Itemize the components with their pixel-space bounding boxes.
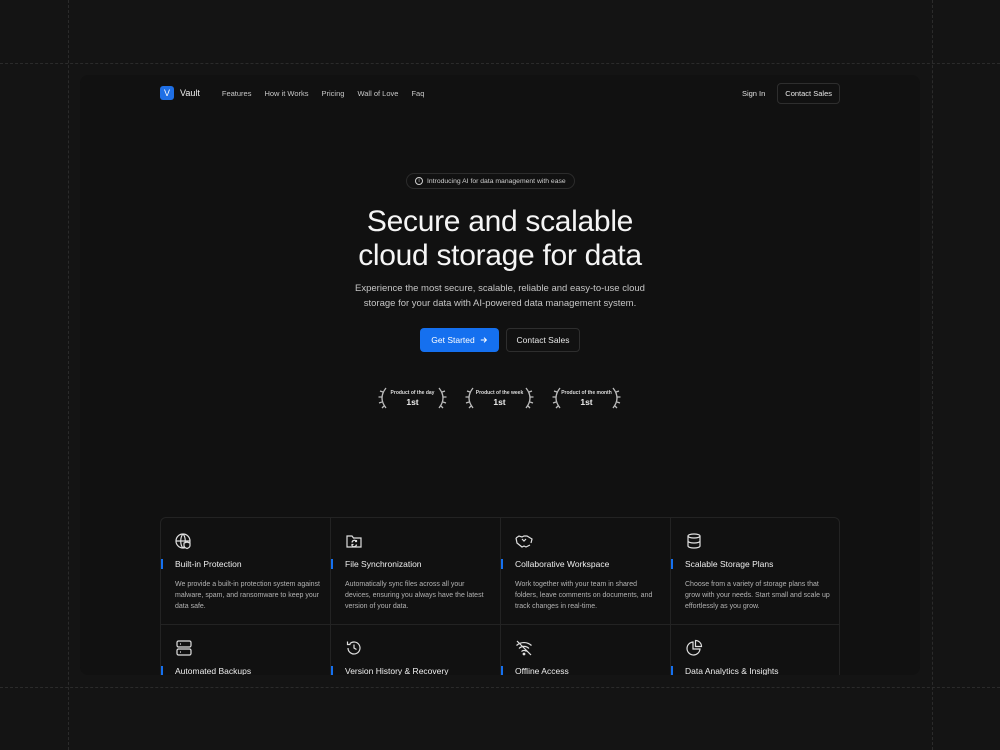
award-product-of-the-month: Product of the month 1st xyxy=(551,385,622,411)
database-icon xyxy=(687,533,701,549)
landing-page: V Vault Features How it Works Pricing Wa… xyxy=(80,75,920,675)
nav-link-features[interactable]: Features xyxy=(222,89,252,98)
hero-subtitle-line-1: Experience the most secure, scalable, re… xyxy=(355,283,645,294)
feature-card-file-synchronization: File Synchronization Automatically sync … xyxy=(331,518,501,625)
top-nav: V Vault Features How it Works Pricing Wa… xyxy=(160,82,840,104)
nav-link-pricing[interactable]: Pricing xyxy=(322,89,345,98)
wifi-off-icon xyxy=(516,640,532,656)
server-icon xyxy=(176,640,192,656)
hero-title: Secure and scalable cloud storage for da… xyxy=(80,205,920,273)
feature-title: Version History & Recovery xyxy=(345,666,449,675)
feature-title: Collaborative Workspace xyxy=(515,559,610,569)
get-started-button[interactable]: Get Started xyxy=(420,328,499,352)
feature-description: Choose from a variety of storage plans t… xyxy=(685,581,830,610)
announcement-badge[interactable]: i Introducing AI for data management wit… xyxy=(406,173,575,189)
announcement-text: Introducing AI for data management with … xyxy=(427,177,566,185)
feature-card-built-in-protection: Built-in Protection We provide a built-i… xyxy=(161,518,331,625)
award-label: Product of the month xyxy=(561,390,612,396)
feature-description: Work together with your team in shared f… xyxy=(515,581,653,610)
hero-subtitle-line-2: storage for your data with AI-powered da… xyxy=(363,298,637,309)
feature-accent-bar xyxy=(331,666,333,675)
get-started-label: Get Started xyxy=(431,335,475,345)
hero-cta-group: Get Started Contact Sales xyxy=(420,328,580,352)
hero-subtitle: Experience the most secure, scalable, re… xyxy=(80,281,920,311)
award-rank: 1st xyxy=(493,397,506,407)
info-icon: i xyxy=(415,177,423,185)
history-icon xyxy=(346,641,361,655)
nav-link-wall-of-love[interactable]: Wall of Love xyxy=(357,89,398,98)
feature-card-scalable-storage-plans: Scalable Storage Plans Choose from a var… xyxy=(671,518,839,625)
handshake-icon xyxy=(515,535,533,548)
guide-line xyxy=(0,63,1000,64)
awards-row: Product of the day 1st Product of the we… xyxy=(377,385,622,411)
guide-line xyxy=(932,0,933,750)
nav-link-how-it-works[interactable]: How it Works xyxy=(264,89,308,98)
feature-accent-bar xyxy=(161,559,163,569)
guide-line xyxy=(0,687,1000,688)
feature-title: File Synchronization xyxy=(345,559,422,569)
feature-card-collaborative-workspace: Collaborative Workspace Work together wi… xyxy=(501,518,671,625)
feature-accent-bar xyxy=(161,666,163,675)
award-product-of-the-day: Product of the day 1st xyxy=(377,385,448,411)
feature-accent-bar xyxy=(671,666,673,675)
feature-accent-bar xyxy=(331,559,333,569)
feature-title: Data Analytics & Insights xyxy=(685,666,779,675)
features-grid: Built-in Protection We provide a built-i… xyxy=(160,517,840,675)
pie-chart-icon xyxy=(686,639,703,656)
award-rank: 1st xyxy=(580,397,593,407)
feature-title: Automated Backups xyxy=(175,666,252,675)
feature-card-version-history: Version History & Recovery xyxy=(331,625,501,675)
feature-card-automated-backups: Automated Backups xyxy=(161,625,331,675)
nav-links: Features How it Works Pricing Wall of Lo… xyxy=(222,89,425,98)
feature-description: We provide a built-in protection system … xyxy=(175,581,320,610)
feature-title: Scalable Storage Plans xyxy=(685,559,774,569)
sign-in-link[interactable]: Sign In xyxy=(742,89,765,98)
award-label: Product of the week xyxy=(475,390,524,396)
feature-title: Offline Access xyxy=(515,666,569,675)
hero-title-line-1: Secure and scalable xyxy=(366,205,634,238)
vault-logo-icon: V xyxy=(160,86,174,100)
feature-title: Built-in Protection xyxy=(175,559,242,569)
feature-accent-bar xyxy=(671,559,673,569)
feature-accent-bar xyxy=(501,559,503,569)
award-product-of-the-week: Product of the week 1st xyxy=(464,385,535,411)
contact-sales-nav-button[interactable]: Contact Sales xyxy=(777,82,840,104)
award-label: Product of the day xyxy=(390,390,435,396)
arrow-right-icon xyxy=(480,337,487,343)
hero-title-line-2: cloud storage for data xyxy=(358,239,642,272)
feature-card-offline-access: Offline Access xyxy=(501,625,671,675)
feature-description: Automatically sync files across all your… xyxy=(345,581,484,610)
contact-sales-button[interactable]: Contact Sales xyxy=(506,328,580,352)
nav-link-faq[interactable]: Faq xyxy=(411,89,424,98)
globe-shield-icon xyxy=(175,533,191,550)
nav-actions: Sign In Contact Sales xyxy=(742,82,840,104)
brand-name: Vault xyxy=(180,88,200,98)
award-rank: 1st xyxy=(406,397,419,407)
feature-card-data-analytics: Data Analytics & Insights xyxy=(671,625,839,675)
guide-line xyxy=(68,0,69,750)
feature-accent-bar xyxy=(501,666,503,675)
brand[interactable]: V Vault xyxy=(160,86,200,100)
folder-sync-icon xyxy=(346,535,362,548)
